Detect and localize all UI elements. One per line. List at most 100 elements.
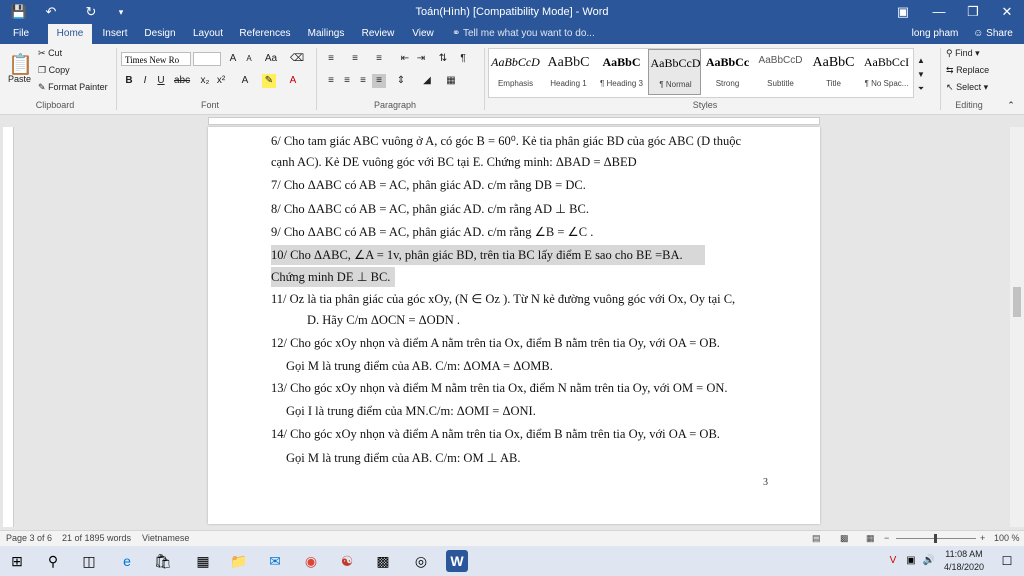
zoom-slider-thumb[interactable]	[934, 534, 937, 543]
font-size-combo[interactable]	[193, 52, 221, 66]
italic-button[interactable]: I	[138, 74, 152, 88]
highlight-icon[interactable]: ✎	[262, 74, 276, 88]
shrink-font-icon[interactable]: A	[242, 52, 256, 66]
style-title[interactable]: AaBbC Title	[807, 49, 860, 95]
share-button[interactable]: ☺ Share	[970, 24, 1016, 44]
ccleaner-icon[interactable]: ☯	[336, 550, 358, 572]
ribbon-display-icon[interactable]: ▣	[886, 0, 920, 24]
paste-button[interactable]: Paste	[8, 74, 31, 84]
bullets-icon[interactable]: ≡	[324, 52, 338, 66]
window-title: Toán(Hình) [Compatibility Mode] - Word	[415, 6, 609, 18]
word-taskbar-icon[interactable]: W	[446, 550, 468, 572]
multilevel-list-icon[interactable]: ≡	[372, 52, 386, 66]
web-layout-icon[interactable]: ▦	[866, 533, 875, 544]
search-icon[interactable]: ⚲	[42, 550, 64, 572]
store-icon[interactable]: 🛍	[152, 550, 174, 572]
tab-layout[interactable]: Layout	[188, 24, 228, 44]
language[interactable]: Vietnamese	[142, 533, 189, 543]
task-view-icon[interactable]: ◫	[78, 550, 100, 572]
mail-icon[interactable]: ✉	[264, 550, 286, 572]
doc-line: 14/ Cho góc xOy nhọn và điểm A nằm trên …	[271, 427, 720, 441]
clear-formatting-icon[interactable]: ⌫	[290, 52, 304, 66]
bold-button[interactable]: B	[122, 74, 136, 88]
copy-button[interactable]: ❐ Copy	[38, 65, 70, 76]
cut-button[interactable]: ✂ Cut	[38, 48, 62, 59]
tab-mailings[interactable]: Mailings	[302, 24, 350, 44]
numbering-icon[interactable]: ≡	[348, 52, 362, 66]
tab-design[interactable]: Design	[140, 24, 180, 44]
style-heading-1[interactable]: AaBbC Heading 1	[542, 49, 595, 95]
style-normal[interactable]: AaBbCcD ¶ Normal	[648, 49, 701, 95]
font-color-icon[interactable]: A	[286, 74, 300, 88]
borders-icon[interactable]: ▦	[444, 74, 458, 88]
tab-review[interactable]: Review	[358, 24, 398, 44]
text-effects-icon[interactable]: A	[238, 74, 252, 88]
style-heading-3[interactable]: AaBbC ¶ Heading 3	[595, 49, 648, 95]
decrease-indent-icon[interactable]: ⇤	[398, 52, 412, 66]
align-right-icon[interactable]: ≡	[356, 74, 370, 88]
notifications-icon[interactable]: ☐	[996, 550, 1018, 572]
zoom-out-icon[interactable]: −	[884, 533, 889, 543]
align-left-icon[interactable]: ≡	[324, 74, 338, 88]
read-mode-icon[interactable]: ▤	[812, 533, 821, 544]
show-hide-icon[interactable]: ¶	[456, 52, 470, 66]
find-button[interactable]: ⚲ Find ▾	[946, 48, 980, 59]
horizontal-ruler[interactable]	[0, 115, 1024, 127]
ribbon-tabs: File Home Insert Design Layout Reference…	[0, 24, 1024, 44]
unikey-icon[interactable]: ▩	[372, 550, 394, 572]
superscript-button[interactable]: x²	[214, 74, 228, 88]
disk-icon[interactable]: ◎	[410, 550, 432, 572]
tab-file[interactable]: File	[6, 24, 36, 44]
user-name[interactable]: long pham	[910, 24, 960, 44]
zoom-level[interactable]: 100 %	[994, 533, 1020, 543]
font-name-combo[interactable]: Times New Ro	[121, 52, 191, 66]
sort-icon[interactable]: ⇅	[436, 52, 450, 66]
tab-home[interactable]: Home	[48, 24, 92, 44]
word-count[interactable]: 21 of 1895 words	[62, 533, 131, 543]
ruler-track	[208, 117, 820, 125]
styles-up-icon[interactable]: ▲	[914, 54, 928, 68]
volume-icon[interactable]: 🔊	[918, 550, 940, 572]
strikethrough-button[interactable]: abc	[174, 74, 190, 88]
change-case-icon[interactable]: Aa	[264, 52, 278, 66]
collapse-ribbon-icon[interactable]: ⌃	[1004, 98, 1018, 112]
edge-icon[interactable]: e	[116, 550, 138, 572]
tell-me-box[interactable]: ⚭ Tell me what you want to do...	[452, 24, 602, 44]
zoom-in-icon[interactable]: +	[980, 533, 985, 543]
minimize-icon[interactable]: —	[922, 0, 956, 24]
line-spacing-icon[interactable]: ⇕	[394, 74, 408, 88]
print-layout-icon[interactable]: ▩	[840, 533, 849, 544]
styles-more-icon[interactable]: ⏷	[914, 82, 928, 96]
align-center-icon[interactable]: ≡	[340, 74, 354, 88]
style-strong[interactable]: AaBbCc Strong	[701, 49, 754, 95]
replace-button[interactable]: ⇆ Replace	[946, 65, 989, 76]
subscript-button[interactable]: x₂	[198, 74, 212, 88]
scrollbar-thumb[interactable]	[1013, 287, 1021, 317]
style-subtitle[interactable]: AaBbCcD Subtitle	[754, 49, 807, 95]
tab-insert[interactable]: Insert	[98, 24, 132, 44]
format-painter-button[interactable]: ✎ Format Painter	[38, 82, 108, 93]
person-icon: ☺	[973, 28, 984, 39]
file-explorer-icon[interactable]: 📁	[228, 550, 250, 572]
underline-button[interactable]: U	[154, 74, 168, 88]
grow-font-icon[interactable]: A	[226, 52, 240, 66]
tab-references[interactable]: References	[236, 24, 294, 44]
styles-down-icon[interactable]: ▼	[914, 68, 928, 82]
page-count[interactable]: Page 3 of 6	[6, 533, 52, 543]
shading-icon[interactable]: ◢	[420, 74, 434, 88]
windows-start-icon[interactable]: ⊞	[6, 550, 28, 572]
app-icon[interactable]: ▦	[192, 550, 214, 572]
document-page[interactable]: 6/ Cho tam giác ABC vuông ở A, có góc B …	[208, 127, 820, 524]
justify-icon[interactable]: ≡	[372, 74, 386, 88]
style-no-spacing[interactable]: AaBbCcI ¶ No Spac...	[860, 49, 913, 95]
doc-line: 8/ Cho ΔABC có AB = AC, phân giác AD. c/…	[271, 202, 589, 216]
increase-indent-icon[interactable]: ⇥	[414, 52, 428, 66]
maximize-icon[interactable]: ❐	[956, 0, 990, 24]
close-icon[interactable]: ✕	[990, 0, 1024, 24]
vertical-scrollbar[interactable]	[1010, 127, 1024, 527]
select-button[interactable]: ↖ Select ▾	[946, 82, 988, 93]
clock[interactable]: 11:08 AM 4/18/2020	[944, 548, 984, 574]
tab-view[interactable]: View	[406, 24, 440, 44]
style-emphasis[interactable]: AaBbCcD Emphasis	[489, 49, 542, 95]
chrome-icon[interactable]: ◉	[300, 550, 322, 572]
